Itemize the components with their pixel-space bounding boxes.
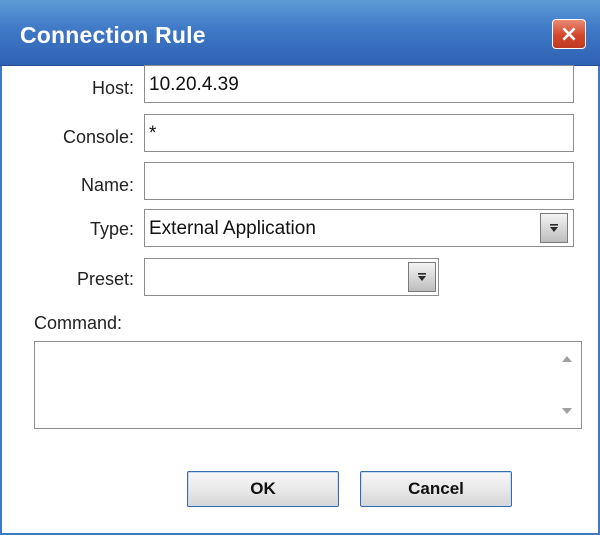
command-label: Command: — [34, 313, 123, 333]
type-dropdown-button[interactable] — [540, 213, 568, 243]
name-label: Name: — [80, 175, 134, 195]
host-field[interactable]: 10.20.4.39 — [144, 65, 574, 103]
console-label: Console: — [62, 127, 134, 147]
preset-label: Preset: — [76, 269, 134, 289]
chevron-down-icon — [418, 273, 426, 281]
scroll-down-button[interactable] — [560, 406, 574, 416]
cancel-button-label: Cancel — [408, 479, 464, 498]
type-selected-value: External Application — [149, 218, 316, 239]
scroll-up-icon — [562, 356, 572, 362]
close-icon: × — [559, 21, 579, 47]
type-select[interactable]: External Application — [144, 209, 574, 247]
console-field[interactable]: * — [144, 114, 574, 152]
command-textarea[interactable] — [34, 341, 582, 429]
close-button[interactable]: × — [552, 19, 586, 49]
scroll-up-button[interactable] — [560, 354, 574, 364]
ok-button-label: OK — [250, 479, 276, 498]
name-field[interactable] — [144, 162, 574, 200]
host-label: Host: — [91, 78, 134, 98]
ok-button[interactable]: OK — [187, 471, 339, 507]
type-label: Type: — [89, 219, 134, 239]
preset-dropdown-button[interactable] — [408, 262, 436, 292]
preset-select[interactable] — [144, 258, 439, 296]
command-scrollbar[interactable] — [553, 342, 581, 428]
dialog-title: Connection Rule — [20, 22, 206, 48]
chevron-down-icon — [550, 224, 558, 232]
title-bar[interactable]: Connection Rule × — [0, 0, 600, 66]
scroll-down-icon — [562, 408, 572, 414]
cancel-button[interactable]: Cancel — [360, 471, 512, 507]
connection-rule-dialog: Connection Rule × Host: 10.20.4.39 Conso… — [0, 0, 600, 535]
